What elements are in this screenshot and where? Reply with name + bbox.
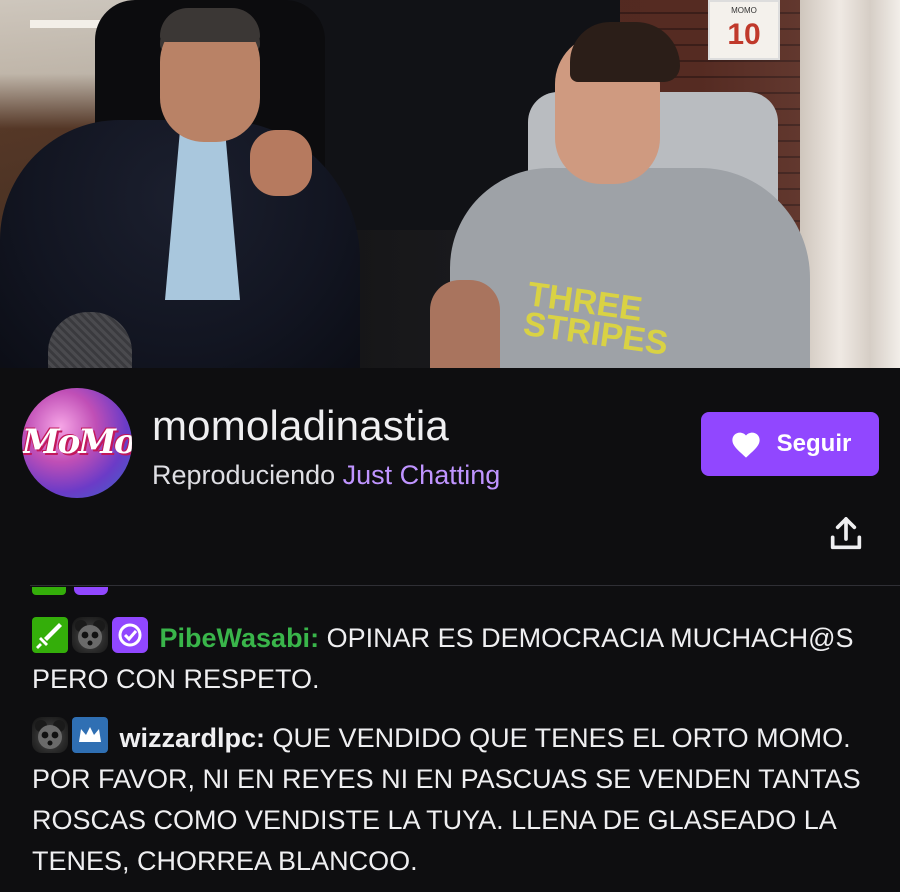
chat-message: wizzardlpc: QUE VENDIDO QUE TENES EL ORT… xyxy=(32,717,872,882)
channel-name[interactable]: momoladinastia xyxy=(152,402,449,450)
category-link[interactable]: Just Chatting xyxy=(343,460,501,490)
moderator-sword-badge xyxy=(32,617,68,653)
crown-sub-badge xyxy=(72,717,108,753)
now-playing: Reproduciendo Just Chatting xyxy=(152,460,500,491)
video-scene-curtain xyxy=(800,0,900,368)
chat-message: PibeWasabi: OPINAR ES DEMOCRACIA MUCHACH… xyxy=(32,617,872,700)
verified-check-icon xyxy=(118,623,142,647)
person-right-hair xyxy=(570,22,680,82)
person-right-arm xyxy=(430,280,500,368)
verified-badge xyxy=(112,617,148,653)
panda-emote-badge xyxy=(32,717,68,753)
panda-icon xyxy=(35,720,65,749)
share-icon[interactable] xyxy=(826,514,866,554)
chat-divider xyxy=(30,585,900,586)
crown-icon xyxy=(79,727,101,742)
panda-icon xyxy=(75,620,105,649)
avatar-monogram: MoMo xyxy=(22,422,132,462)
jersey-number: 10 xyxy=(727,18,761,51)
channel-info-bar: MoMo momoladinastia Reproduciendo Just C… xyxy=(0,368,900,586)
moderator-sword-badge xyxy=(32,587,66,595)
person-left-fist xyxy=(250,130,312,196)
channel-avatar[interactable]: MoMo xyxy=(22,388,132,498)
verified-badge xyxy=(74,587,109,595)
sword-icon xyxy=(36,623,62,649)
playing-prefix: Reproduciendo xyxy=(152,460,336,490)
follow-button-label: Seguir xyxy=(776,430,852,457)
chat-panel[interactable]: PibeWasabi: OPINAR ES DEMOCRACIA MUCHACH… xyxy=(0,587,900,892)
jersey-label: MOMO xyxy=(731,6,757,15)
video-player[interactable]: MOMO 10 THREE STRIPES xyxy=(0,0,900,368)
chat-username[interactable]: wizzardlpc xyxy=(120,723,257,753)
chat-colon: : xyxy=(256,723,273,753)
person-left-hair-top xyxy=(160,8,260,42)
chat-text: OPINAR ES DEMOCRACIA MUCHACH@S PERO CON … xyxy=(32,623,854,694)
chat-username[interactable]: PibeWasabi xyxy=(160,623,311,653)
follow-button[interactable]: Seguir xyxy=(701,412,879,476)
chat-colon: : xyxy=(310,623,327,653)
chat-message-partial xyxy=(32,587,112,595)
heart-icon xyxy=(732,432,760,458)
panda-emote-badge xyxy=(72,617,108,653)
framed-jersey: MOMO 10 xyxy=(708,0,780,60)
